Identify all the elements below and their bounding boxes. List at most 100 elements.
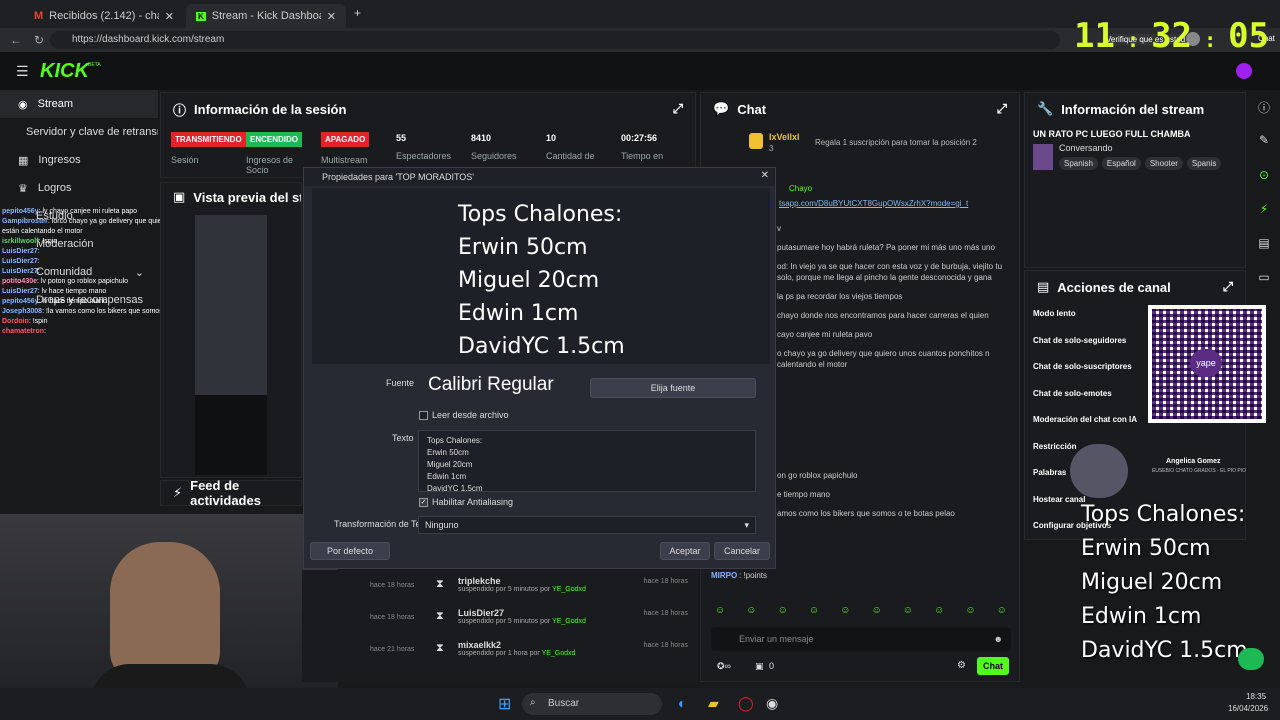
donor-avatar [1070,444,1128,498]
broadcast-icon: ◉ [18,98,28,111]
chat-user: pepito456y [2,208,39,215]
url-input[interactable]: https://dashboard.kick.com/stream [50,31,1060,49]
send-chat-button[interactable]: Chat [977,657,1009,675]
sidebar-item-ingresos[interactable]: ▦ Ingresos [0,146,158,174]
menu-icon[interactable]: ☰ [16,63,29,80]
tag-chip[interactable]: Spanis [1186,157,1222,170]
hourglass-icon: ⧗ [436,578,444,590]
category-thumbnail [1033,143,1053,170]
chat-bubble-icon: 💬 [713,101,730,116]
screen-icon: ▣ [173,189,186,204]
preview-line: Erwin 50cm [458,235,588,260]
sidebar-item-server-key[interactable]: Servidor y clave de retransmisión [0,118,158,146]
expand-icon[interactable]: ⤢ [673,101,683,117]
sidebar-item-label: Logros [37,182,72,194]
chat-user: pepito456y [2,298,39,305]
clock-overlay: 11 : 32 : 05 [1074,16,1270,56]
back-icon[interactable]: ← [10,33,22,47]
text-preview: Tops Chalones: Erwin 50cm Miguel 20cm Edwin… [312,188,770,364]
expand-icon[interactable]: ⤢ [997,101,1007,117]
tag-chip[interactable]: Shooter [1144,157,1183,170]
close-icon[interactable]: ✕ [165,10,174,23]
kick-icon: K [196,11,206,21]
antialias-checkbox[interactable]: ✓ [419,498,428,507]
chat-message: amos como los bikers que somos o te bota… [777,509,955,518]
emoji-icon[interactable]: ☻ [994,634,1003,644]
preview-thumbnail [195,215,267,395]
stat-value: 8410 [471,133,492,143]
expand-icon[interactable]: ⤢ [1223,279,1233,295]
chat-input[interactable]: Enviar un mensaje ☻ [711,627,1011,651]
bolt-icon[interactable]: ⚡ [1248,192,1280,226]
windows-start-icon[interactable]: ⊞ [498,694,511,714]
default-button[interactable]: Por defecto [310,542,390,560]
properties-dialog: Propiedades para 'TOP MORADITOS' ✕ Tops C… [303,167,776,569]
tab-kick[interactable]: K Stream - Kick Dashboard ✕ [186,4,346,28]
folder-icon[interactable]: ▰ [708,695,719,712]
accept-button[interactable]: Aceptar [660,542,710,560]
close-icon[interactable]: ✕ [327,10,336,23]
category-label: Conversando [1059,143,1113,153]
activity-row: ⧗ LuisDier27 suspendido por 5 minutos por … [430,608,692,640]
stat-label: Espectadores [396,151,452,161]
edge-icon[interactable]: ◐ [678,695,686,711]
chat-message: on go roblox papichulo [777,471,858,480]
stat-label: Sesión [171,155,199,165]
tag-chip[interactable]: Spanish [1059,157,1098,170]
overlay-text: Tops Chalones: Erwin 50cm Miguel 20cm Edwin… [1081,498,1248,668]
pencil-icon[interactable]: ✎ [1248,122,1280,158]
kick-logo[interactable]: KICK [40,60,89,83]
activity-time: hace 18 horas [370,614,415,621]
read-file-checkbox[interactable] [419,411,428,420]
reload-icon[interactable]: ↻ [34,33,44,47]
tab-gmail[interactable]: M Recibidos (2.142) - chayo.tube.18@ ✕ [24,4,184,28]
points-icon[interactable]: ✪∞ [717,661,731,672]
taskbar-date: 16/04/2026 [1228,704,1269,713]
pinned-link[interactable]: tsapp.com/D8uBYUtCXT8GupOWsxZrhX?mode=gi… [779,199,968,208]
gift-badge-icon [749,133,763,149]
read-file-label: Leer desde archivo [432,410,509,420]
pinned-user: Chayo [789,184,813,193]
stat-label: Multistream [321,155,368,165]
info-icon[interactable]: ⓘ [1248,92,1280,122]
user-avatar[interactable] [1236,63,1252,79]
opera-icon[interactable]: ◯ [738,695,754,712]
activity-moderator: YE_Godxd [552,586,586,593]
chat-text: : lv hace tiempo mano [37,288,107,295]
taskbar-search-label: Buscar [548,698,580,709]
preview-title: Vista previa del stream [193,189,301,205]
sidebar-item-logros[interactable]: ♛ Logros [0,174,158,202]
chevron-down-icon: ▾ [744,520,749,530]
status-badge: APAGADO [321,132,370,147]
tab-label: Recibidos (2.142) - chayo.tube.18@ [49,10,159,22]
preview-line: Edwin 1cm [458,301,579,326]
tag-chip[interactable]: Español [1101,157,1141,170]
chat-message: e tiempo mano [777,490,830,499]
emote-row[interactable]: ☺ ☺ ☺ ☺ ☺ ☺ ☺ ☺ ☺ ☺ [715,605,1007,619]
obs-icon[interactable]: ◉ [766,695,778,712]
camera-icon[interactable]: ⊙ [1248,158,1280,192]
taskbar-search[interactable]: ⌕ Buscar [522,693,662,715]
font-value: Calibri Regular [428,374,554,395]
top-user: IxVellxl [769,132,800,142]
close-icon[interactable]: ✕ [761,170,769,181]
chat-user: potito430e [2,278,38,285]
transform-select[interactable]: Ninguno ▾ [418,516,756,534]
settings-icon[interactable]: ⚙ [957,660,966,671]
donor-name: Angelica Gomez [1166,458,1221,465]
choose-font-button[interactable]: Elija fuente [590,378,756,398]
donor-subtitle: EUSEBIO CHATO GRADOS - EL PIO PIO [1151,468,1247,474]
hourglass-icon: ⧗ [436,642,444,654]
cancel-button[interactable]: Cancelar [714,542,770,560]
sidebar-item-stream[interactable]: ◉ Stream [0,90,158,118]
activity-row: ⧗ mixaelkk2 suspendido por 1 hora por YE_G… [430,640,692,672]
tab-label: Stream - Kick Dashboard [211,10,321,22]
chat-icon[interactable]: ▭ [1248,260,1280,294]
gift-icon[interactable]: ▣ [755,661,764,672]
kick-header: ☰ KICK BETA [0,52,1280,90]
document-icon[interactable]: ▤ [1248,226,1280,260]
status-badge: ENCENDIDO [246,132,303,147]
text-input[interactable]: Tops Chalones: Erwin 50cm Miguel 20cm Edwin… [418,430,756,492]
new-tab-icon[interactable]: + [354,6,361,20]
activity-detail: suspendido por 5 minutos por YE_Godxd [458,586,692,593]
